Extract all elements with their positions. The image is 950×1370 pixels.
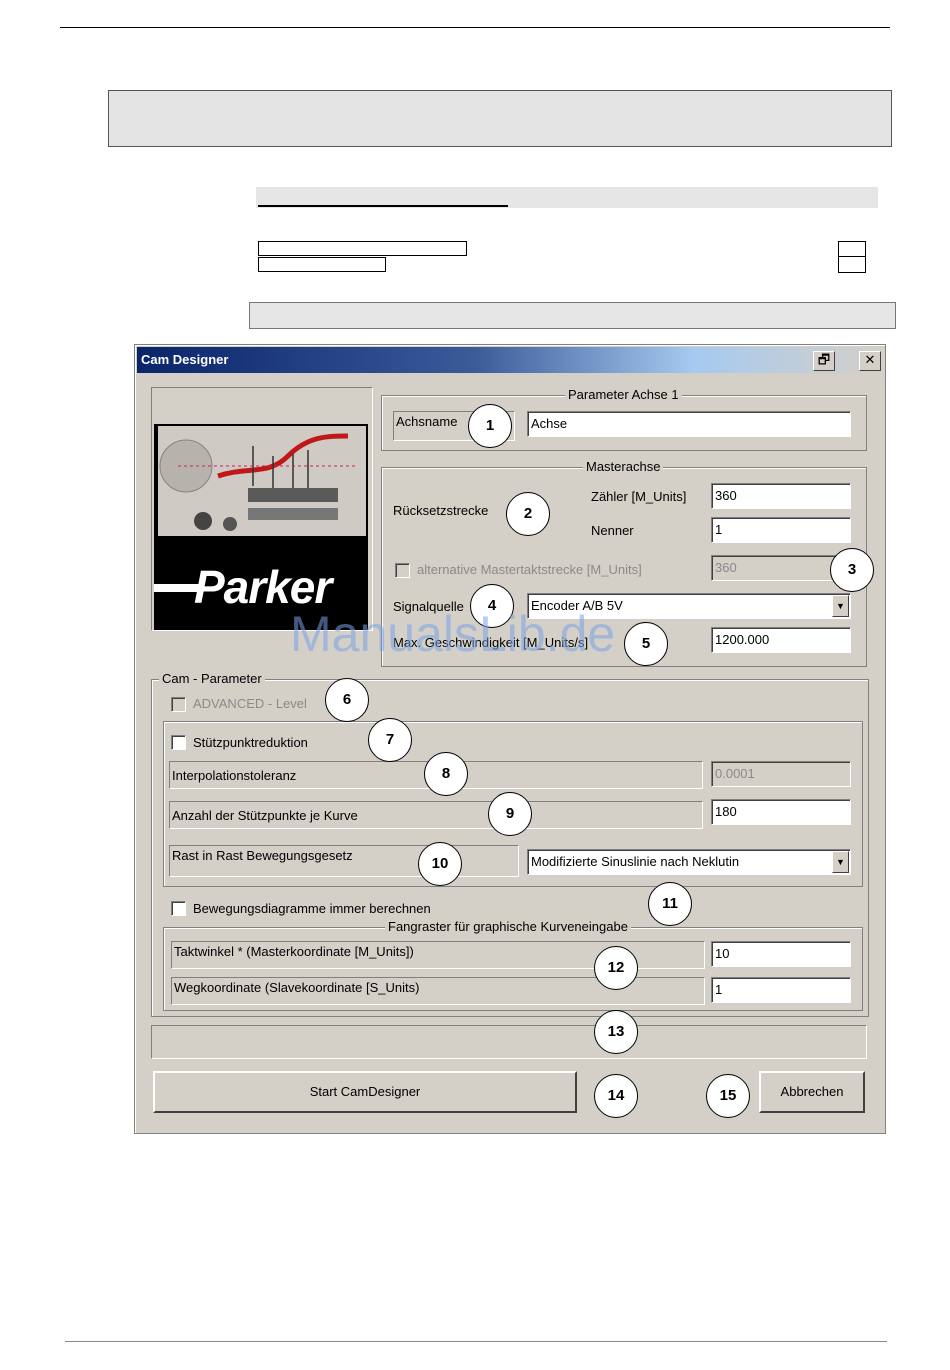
start-camdesigner-label: Start CamDesigner: [309, 1084, 421, 1099]
redacted-box-b: [838, 256, 866, 273]
chevron-down-icon[interactable]: ▼: [832, 595, 849, 617]
redacted-box-a: [838, 241, 866, 257]
redacted-line-2: [258, 257, 386, 272]
axis-parameter-group-label: Parameter Achse 1: [565, 387, 682, 402]
reset-distance-label: Rücksetzstrecke: [393, 503, 489, 518]
master-axis-group-label: Masterachse: [583, 459, 664, 474]
max-speed-input[interactable]: 1200.000: [711, 627, 851, 653]
callout-6: 6: [325, 678, 369, 722]
numerator-input[interactable]: 360: [711, 483, 851, 509]
redacted-line-1: [258, 241, 467, 256]
cam-parameter-group-label: Cam - Parameter: [159, 671, 265, 686]
callout-8: 8: [424, 752, 468, 796]
window-title: Cam Designer: [141, 352, 229, 367]
start-camdesigner-button[interactable]: Start CamDesigner: [153, 1071, 577, 1113]
callout-9: 9: [488, 792, 532, 836]
axis-name-input[interactable]: Achse: [527, 411, 851, 437]
reduction-label: Stützpunktreduktion: [193, 735, 308, 750]
callout-2: 2: [506, 492, 550, 536]
watermark: ManualsLib.de: [290, 606, 616, 662]
motion-law-value: Modifizierte Sinuslinie nach Neklutin: [531, 854, 740, 869]
header-box: [108, 90, 892, 147]
cycle-angle-input[interactable]: 10: [711, 941, 851, 967]
reduction-checkbox[interactable]: [171, 735, 186, 750]
motion-law-select[interactable]: Modifizierte Sinuslinie nach Neklutin ▼: [527, 849, 851, 875]
callout-3: 3: [830, 548, 874, 592]
caption-band: [249, 302, 896, 329]
numerator-label: Zähler [M_Units]: [591, 489, 687, 504]
title-bar[interactable]: Cam Designer 🗗 ✕: [137, 347, 881, 373]
callout-11: 11: [648, 882, 692, 926]
cam-designer-window: Cam Designer 🗗 ✕ Parker Parameter Achse …: [134, 344, 886, 1134]
cancel-label: Abbrechen: [780, 1084, 844, 1099]
restore-icon[interactable]: 🗗: [813, 351, 835, 371]
denominator-input[interactable]: 1: [711, 517, 851, 543]
motion-law-label: Rast in Rast Bewegungsgesetz: [169, 845, 519, 877]
callout-1: 1: [468, 404, 512, 448]
cancel-button[interactable]: Abbrechen: [759, 1071, 865, 1113]
interp-tolerance-input: 0.0001: [711, 761, 851, 787]
status-area: [151, 1025, 867, 1059]
always-calc-label: Bewegungsdiagramme immer berechnen: [193, 901, 431, 916]
denominator-label: Nenner: [591, 523, 634, 538]
parker-logo-image: Parker: [154, 424, 368, 630]
top-rule: [60, 27, 890, 28]
callout-14: 14: [594, 1074, 638, 1118]
advanced-level-label: ADVANCED - Level: [193, 696, 307, 711]
cam-illustration: [158, 426, 366, 536]
close-icon[interactable]: ✕: [859, 351, 881, 371]
alt-master-checkbox[interactable]: [395, 563, 410, 578]
callout-13: 13: [594, 1010, 638, 1054]
advanced-level-checkbox[interactable]: [171, 697, 186, 712]
points-per-curve-label: Anzahl der Stützpunkte je Kurve: [169, 801, 703, 829]
bottom-rule: [65, 1341, 887, 1342]
chevron-down-icon[interactable]: ▼: [832, 851, 849, 873]
callout-7: 7: [368, 718, 412, 762]
points-per-curve-input[interactable]: 180: [711, 799, 851, 825]
path-coord-input[interactable]: 1: [711, 977, 851, 1003]
alt-master-label: alternative Mastertaktstrecke [M_Units]: [417, 562, 642, 577]
snap-grid-group-label: Fangraster für graphische Kurveneingabe: [385, 919, 631, 934]
callout-12: 12: [594, 946, 638, 990]
parker-logo-bar: [154, 584, 200, 592]
callout-15: 15: [706, 1074, 750, 1118]
callout-5: 5: [624, 622, 668, 666]
section-underline: [258, 205, 508, 207]
callout-10: 10: [418, 842, 462, 886]
logo-panel: Parker: [151, 387, 373, 631]
always-calc-checkbox[interactable]: [171, 901, 186, 916]
